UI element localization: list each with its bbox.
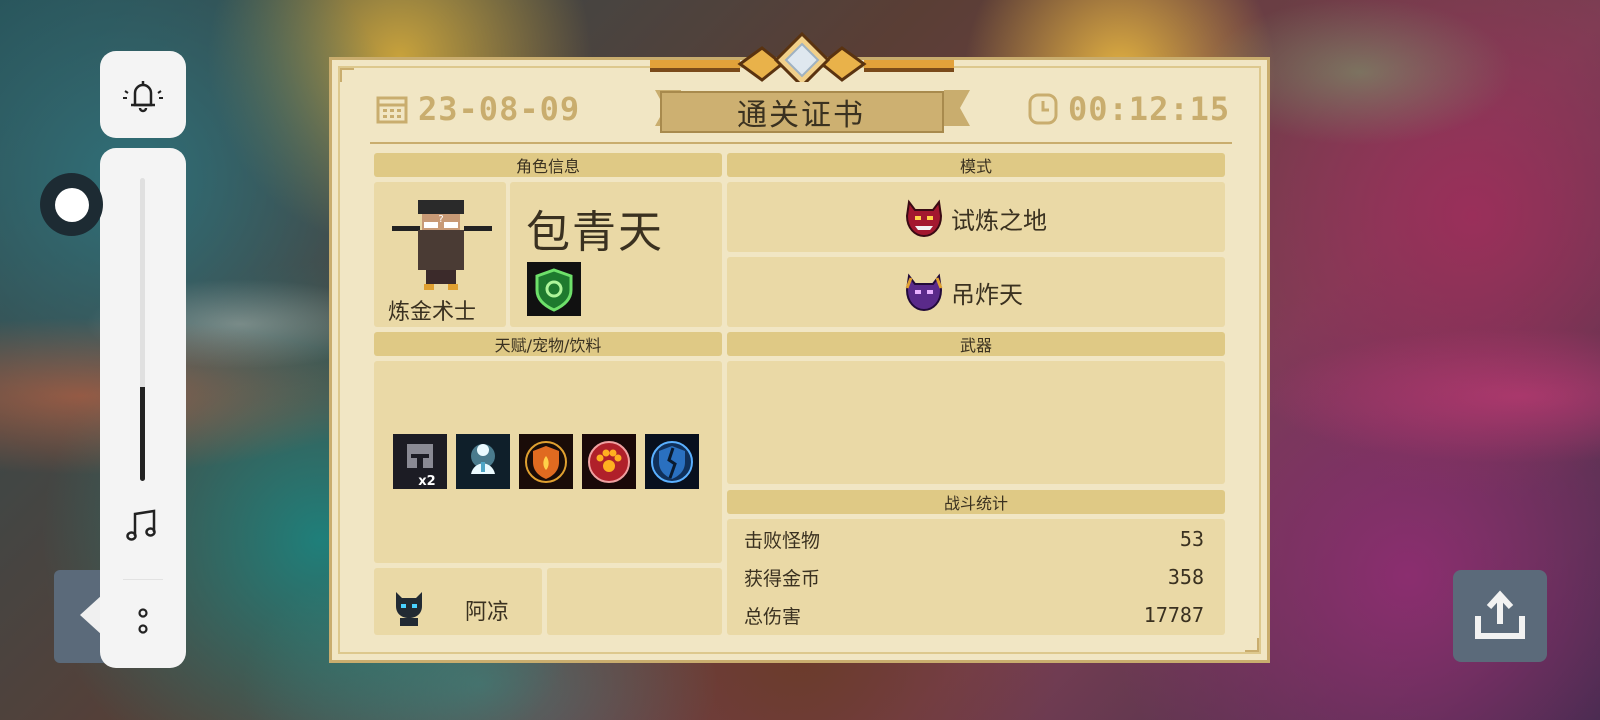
floating-assistant-button[interactable] <box>40 173 103 236</box>
volume-slider-fill <box>140 387 145 481</box>
ghost-meditation-icon <box>456 434 510 489</box>
broken-shield-icon <box>645 434 699 489</box>
red-demon-icon <box>905 199 943 238</box>
section-character-info: 角色信息 <box>374 153 722 177</box>
pet-name: 阿凉 <box>465 600 510 625</box>
bell-icon <box>123 80 163 112</box>
stat-row-gold: 获得金币 358 <box>744 562 1204 592</box>
svg-text:?: ? <box>438 214 443 225</box>
clear-time: 00:12:15 <box>1028 90 1230 128</box>
certificate-title: 通关证书 <box>737 98 865 133</box>
fire-shield-icon <box>519 434 573 489</box>
section-mode: 模式 <box>727 153 1225 177</box>
clock-icon <box>1028 93 1058 125</box>
music-note-icon[interactable] <box>122 504 164 546</box>
clear-date: 23-08-09 <box>376 90 580 128</box>
volume-panel <box>100 148 186 668</box>
header-divider <box>370 142 1232 144</box>
mode-row-2: 吊炸天 <box>903 272 1023 312</box>
stat-row-damage: 总伤害 17787 <box>744 600 1204 630</box>
notification-toggle[interactable] <box>100 51 186 138</box>
share-icon <box>1475 590 1525 639</box>
weapons-cell <box>727 361 1225 484</box>
stat-value: 53 <box>1179 527 1204 551</box>
knight-helmet-x2-icon: x2 <box>393 434 447 489</box>
character-portrait: ? <box>392 200 492 290</box>
character-class: 炼金术士 <box>388 300 477 325</box>
stat-row-kills: 击败怪物 53 <box>744 524 1204 554</box>
stat-label: 获得金币 <box>744 567 821 590</box>
time-value: 00:12:15 <box>1068 90 1231 128</box>
buff-badge: x2 <box>418 474 435 489</box>
green-shield-icon <box>527 262 581 316</box>
divider <box>123 579 163 580</box>
section-battle-stats: 战斗统计 <box>727 490 1225 514</box>
back-arrow-icon[interactable] <box>80 595 102 635</box>
top-ornament <box>650 31 954 82</box>
volume-slider[interactable] <box>140 178 145 481</box>
stat-value: 17787 <box>1143 603 1204 627</box>
mode-label-2: 吊炸天 <box>951 280 1023 309</box>
share-button[interactable] <box>1453 570 1547 662</box>
paw-icon <box>582 434 636 489</box>
section-talents: 天赋/宠物/饮料 <box>374 332 722 356</box>
calendar-icon <box>376 96 408 124</box>
date-value: 23-08-09 <box>418 90 581 128</box>
drink-cell <box>547 568 722 635</box>
mode-row-1: 试炼之地 <box>903 198 1047 238</box>
character-name: 包青天 <box>526 207 664 258</box>
stat-label: 总伤害 <box>744 605 802 628</box>
stat-label: 击败怪物 <box>744 529 821 552</box>
section-weapons: 武器 <box>727 332 1225 356</box>
black-cat-icon <box>396 592 422 626</box>
more-dots-icon[interactable] <box>133 603 153 639</box>
purple-demon-icon <box>905 273 943 312</box>
stat-value: 358 <box>1167 565 1204 589</box>
mode-label-1: 试炼之地 <box>951 206 1047 235</box>
